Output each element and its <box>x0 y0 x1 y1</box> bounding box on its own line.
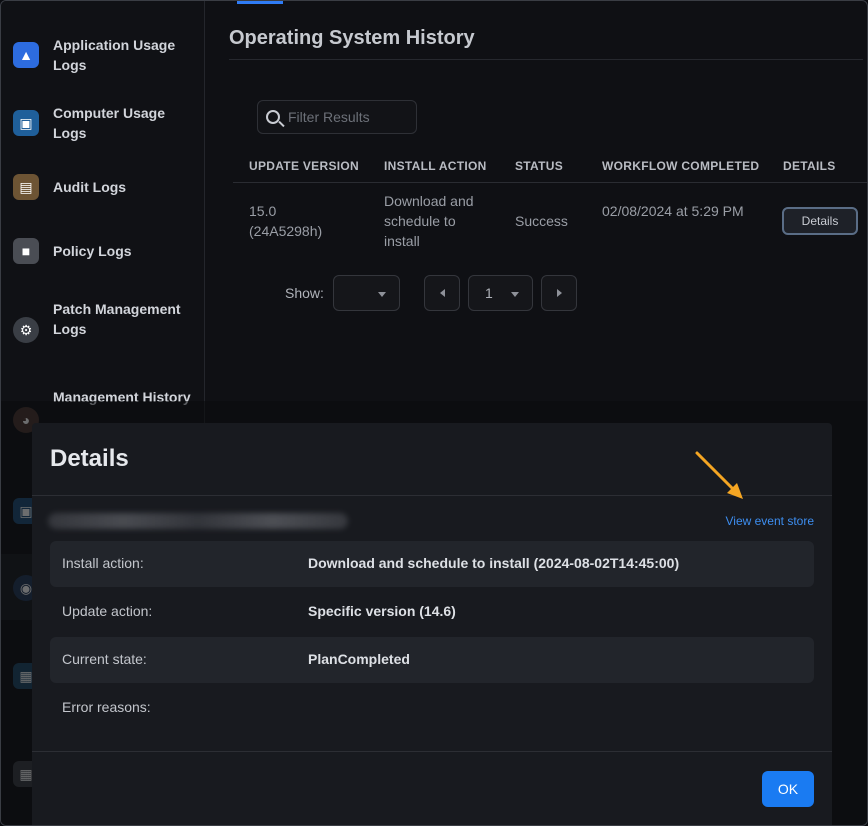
detail-row-update-action: Update action: Specific version (14.6) <box>50 589 814 635</box>
column-header-workflow-completed[interactable]: WORKFLOW COMPLETED <box>602 159 759 173</box>
detail-key: Error reasons: <box>62 699 151 715</box>
column-header-details: DETAILS <box>783 159 836 173</box>
filter-input[interactable] <box>288 107 412 127</box>
show-label: Show: <box>285 285 324 301</box>
detail-row-current-state: Current state: PlanCompleted <box>50 637 814 683</box>
divider <box>32 751 832 752</box>
table-divider <box>233 182 867 183</box>
search-icon <box>266 110 280 124</box>
sidebar-item-label: Application Usage Logs <box>53 37 176 73</box>
view-event-store-link[interactable]: View event store <box>726 514 815 528</box>
sidebar-item-computer-usage-logs[interactable]: ▣ Computer Usage Logs <box>1 103 204 143</box>
app-window: ▲ Application Usage Logs ▣ Computer Usag… <box>0 0 868 826</box>
page-title: Operating System History <box>229 27 475 49</box>
chevron-down-icon <box>378 292 386 297</box>
cell-install-action: Download and schedule to install <box>384 193 474 249</box>
detail-value: Download and schedule to install (2024-0… <box>308 555 680 571</box>
app-store-icon: ▲ <box>13 42 39 68</box>
redacted-identifier <box>48 513 348 529</box>
sidebar-item-patch-management-logs[interactable]: ⚙ Patch Management Logs <box>1 299 204 359</box>
sidebar-item-label: Computer Usage Logs <box>53 105 166 141</box>
previous-page-button[interactable] <box>424 275 460 311</box>
page-number-select[interactable]: 1 <box>468 275 533 311</box>
chevron-right-icon <box>556 289 562 297</box>
next-page-button[interactable] <box>541 275 577 311</box>
detail-value: Specific version (14.6) <box>308 603 456 619</box>
sidebar-item-audit-logs[interactable]: ▤ Audit Logs <box>1 173 204 201</box>
filter-box[interactable] <box>257 100 417 134</box>
monitor-icon: ▣ <box>13 110 39 136</box>
cell-status: Success <box>515 213 568 229</box>
cell-update-version: 15.0 (24A5298h) <box>249 203 323 239</box>
detail-key: Install action: <box>62 555 144 571</box>
details-button[interactable]: Details <box>782 207 858 235</box>
sidebar-item-policy-logs[interactable]: ■ Policy Logs <box>1 237 204 265</box>
detail-key: Update action: <box>62 603 153 619</box>
column-header-install-action[interactable]: INSTALL ACTION <box>384 159 487 173</box>
clipboard-icon: ▤ <box>13 174 39 200</box>
detail-value: PlanCompleted <box>308 651 410 667</box>
active-tab-indicator <box>237 1 283 4</box>
chevron-down-icon <box>511 292 519 297</box>
cell-workflow-completed: 02/08/2024 at 5:29 PM <box>602 203 744 219</box>
annotation-arrow-icon <box>695 451 743 499</box>
chevron-left-icon <box>439 289 445 297</box>
page-number: 1 <box>485 285 493 301</box>
ok-button[interactable]: OK <box>762 771 814 807</box>
detail-row-error-reasons: Error reasons: <box>50 685 814 731</box>
sidebar-item-label: Patch Management Logs <box>53 301 181 337</box>
divider <box>229 59 863 60</box>
modal-title: Details <box>50 445 129 472</box>
page-size-select[interactable] <box>333 275 400 311</box>
gear-icon: ⚙ <box>13 317 39 343</box>
column-header-status[interactable]: STATUS <box>515 159 563 173</box>
document-icon: ■ <box>13 238 39 264</box>
detail-key: Current state: <box>62 651 147 667</box>
column-header-update-version[interactable]: UPDATE VERSION <box>249 159 359 173</box>
sidebar-item-label: Audit Logs <box>53 179 127 195</box>
sidebar-item-application-usage-logs[interactable]: ▲ Application Usage Logs <box>1 35 204 75</box>
sidebar-item-label: Policy Logs <box>53 243 132 259</box>
detail-row-install-action: Install action: Download and schedule to… <box>50 541 814 587</box>
